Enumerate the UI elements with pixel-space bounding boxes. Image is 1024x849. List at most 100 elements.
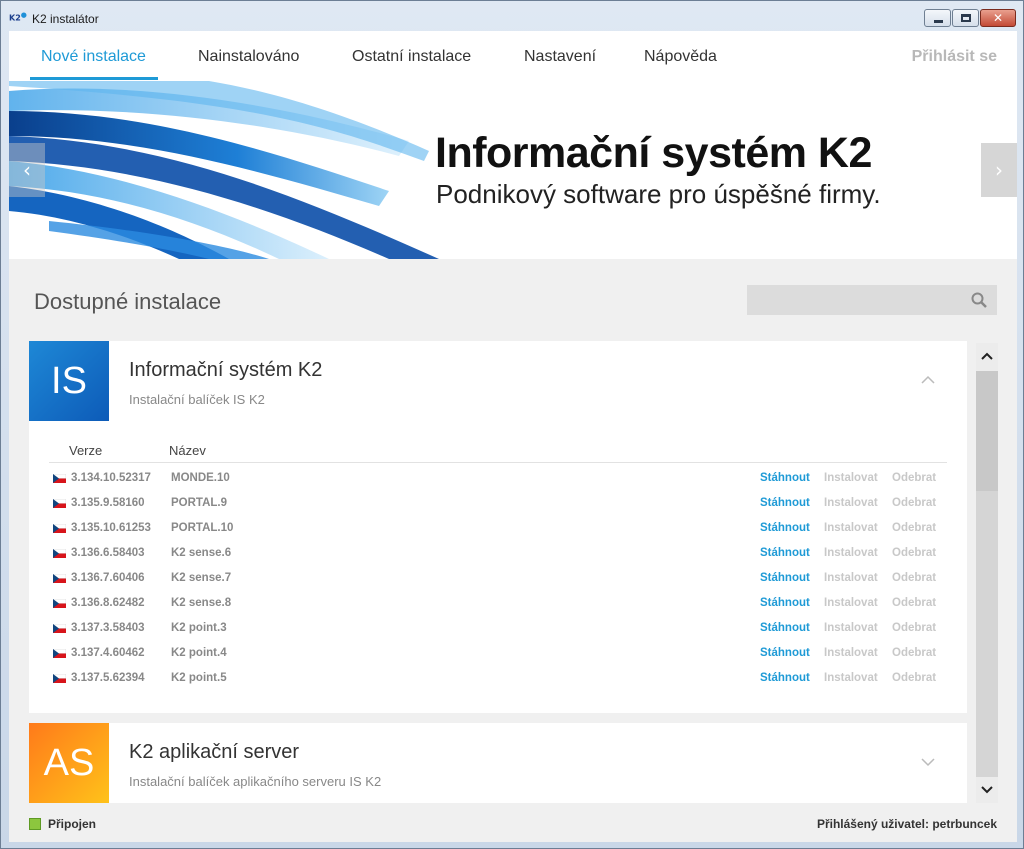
remove-link[interactable]: Odebrat bbox=[892, 622, 936, 634]
czech-flag-icon bbox=[53, 499, 66, 508]
install-link[interactable]: Instalovat bbox=[824, 647, 878, 659]
maximize-button[interactable] bbox=[952, 9, 979, 27]
remove-link[interactable]: Odebrat bbox=[892, 472, 936, 484]
tab-help[interactable]: Nápověda bbox=[644, 48, 717, 66]
table-row: 3.137.5.62394 K2 point.5 Stáhnout Instalova… bbox=[49, 669, 947, 694]
logged-user: Přihlášený uživatel: petrbuncek bbox=[816, 817, 997, 831]
connection-status-icon bbox=[29, 818, 41, 830]
czech-flag-icon bbox=[53, 549, 66, 558]
download-link[interactable]: Stáhnout bbox=[760, 497, 810, 509]
czech-flag-icon bbox=[53, 624, 66, 633]
login-link[interactable]: Přihlásit se bbox=[912, 48, 997, 66]
install-link[interactable]: Instalovat bbox=[824, 547, 878, 559]
tab-new-installs[interactable]: Nové instalace bbox=[41, 48, 146, 66]
czech-flag-icon bbox=[53, 599, 66, 608]
czech-flag-icon bbox=[53, 674, 66, 683]
banner-title: Informační systém K2 bbox=[435, 129, 872, 177]
name-cell: K2 sense.6 bbox=[171, 547, 232, 559]
search-box bbox=[747, 285, 997, 315]
table-row: 3.134.10.52317 MONDE.10 Stáhnout Instalovat… bbox=[49, 469, 947, 494]
download-link[interactable]: Stáhnout bbox=[760, 572, 810, 584]
table-row: 3.136.7.60406 K2 sense.7 Stáhnout Instalova… bbox=[49, 569, 947, 594]
install-link[interactable]: Instalovat bbox=[824, 497, 878, 509]
download-link[interactable]: Stáhnout bbox=[760, 547, 810, 559]
version-cell: 3.136.8.62482 bbox=[71, 597, 145, 609]
banner-prev-button[interactable]: ‹ bbox=[9, 143, 45, 197]
remove-link[interactable]: Odebrat bbox=[892, 572, 936, 584]
tab-settings[interactable]: Nastavení bbox=[524, 48, 596, 66]
remove-link[interactable]: Odebrat bbox=[892, 522, 936, 534]
download-link[interactable]: Stáhnout bbox=[760, 672, 810, 684]
column-header-name: Název bbox=[169, 443, 206, 458]
header-divider bbox=[49, 462, 947, 463]
install-link[interactable]: Instalovat bbox=[824, 522, 878, 534]
chevron-right-icon: › bbox=[995, 158, 1003, 182]
package-title: Informační systém K2 bbox=[129, 359, 323, 381]
search-icon[interactable] bbox=[971, 292, 987, 308]
table-row: 3.137.4.60462 K2 point.4 Stáhnout Instalova… bbox=[49, 644, 947, 669]
version-cell: 3.137.5.62394 bbox=[71, 672, 145, 684]
banner-subtitle: Podnikový software pro úspěšné firmy. bbox=[436, 179, 881, 209]
banner-next-button[interactable]: › bbox=[981, 143, 1017, 197]
download-link[interactable]: Stáhnout bbox=[760, 622, 810, 634]
scroll-thumb[interactable] bbox=[976, 371, 998, 491]
chevron-up-icon bbox=[981, 352, 993, 360]
name-cell: K2 sense.8 bbox=[171, 597, 232, 609]
install-link[interactable]: Instalovat bbox=[824, 572, 878, 584]
install-link[interactable]: Instalovat bbox=[824, 672, 878, 684]
remove-link[interactable]: Odebrat bbox=[892, 597, 936, 609]
connection-status: Připojen bbox=[48, 817, 97, 831]
scroll-track[interactable] bbox=[976, 491, 998, 777]
name-cell: K2 point.4 bbox=[171, 647, 227, 659]
status-bar: Připojen Přihlášený uživatel: petrbuncek bbox=[9, 812, 1017, 842]
tab-other-installs[interactable]: Ostatní instalace bbox=[352, 48, 471, 66]
download-link[interactable]: Stáhnout bbox=[760, 647, 810, 659]
version-cell: 3.135.9.58160 bbox=[71, 497, 145, 509]
name-cell: K2 point.5 bbox=[171, 672, 227, 684]
table-row: 3.136.6.58403 K2 sense.6 Stáhnout Instalova… bbox=[49, 544, 947, 569]
title-bar[interactable]: K2● K2 instalátor ✕ bbox=[1, 1, 1023, 31]
version-cell: 3.136.6.58403 bbox=[71, 547, 145, 559]
download-link[interactable]: Stáhnout bbox=[760, 597, 810, 609]
chevron-down-icon bbox=[981, 786, 993, 794]
remove-link[interactable]: Odebrat bbox=[892, 497, 936, 509]
package-card-is: IS Informační systém K2 Instalační balíč… bbox=[29, 341, 967, 713]
install-link[interactable]: Instalovat bbox=[824, 472, 878, 484]
list-scrollbar[interactable] bbox=[976, 343, 998, 803]
close-button[interactable]: ✕ bbox=[980, 9, 1016, 27]
version-cell: 3.135.10.61253 bbox=[71, 522, 151, 534]
chevron-up-icon[interactable] bbox=[921, 373, 935, 387]
install-link[interactable]: Instalovat bbox=[824, 622, 878, 634]
minimize-button[interactable] bbox=[924, 9, 951, 27]
download-link[interactable]: Stáhnout bbox=[760, 472, 810, 484]
scroll-down-button[interactable] bbox=[976, 777, 998, 803]
window-controls: ✕ bbox=[923, 9, 1016, 27]
czech-flag-icon bbox=[53, 524, 66, 533]
package-list: IS Informační systém K2 Instalační balíč… bbox=[29, 341, 967, 803]
main-nav: Nové instalace Nainstalováno Ostatní ins… bbox=[9, 31, 1017, 81]
table-row: 3.137.3.58403 K2 point.3 Stáhnout Instalova… bbox=[49, 619, 947, 644]
remove-link[interactable]: Odebrat bbox=[892, 547, 936, 559]
promo-banner: Informační systém K2 Podnikový software … bbox=[9, 81, 1017, 259]
column-header-version: Verze bbox=[69, 443, 103, 458]
name-cell: PORTAL.9 bbox=[171, 497, 228, 509]
search-input[interactable] bbox=[747, 285, 967, 315]
chevron-down-icon[interactable] bbox=[921, 755, 935, 769]
download-link[interactable]: Stáhnout bbox=[760, 522, 810, 534]
minimize-icon bbox=[934, 20, 943, 23]
package-title: K2 aplikační server bbox=[129, 741, 300, 763]
tab-installed[interactable]: Nainstalováno bbox=[198, 48, 299, 66]
chevron-left-icon: ‹ bbox=[23, 158, 31, 182]
remove-link[interactable]: Odebrat bbox=[892, 672, 936, 684]
table-row: 3.135.10.61253 PORTAL.10 Stáhnout Instalova… bbox=[49, 519, 947, 544]
name-cell: K2 point.3 bbox=[171, 622, 227, 634]
czech-flag-icon bbox=[53, 649, 66, 658]
close-icon: ✕ bbox=[992, 11, 1004, 25]
version-cell: 3.137.3.58403 bbox=[71, 622, 145, 634]
version-cell: 3.137.4.60462 bbox=[71, 647, 145, 659]
remove-link[interactable]: Odebrat bbox=[892, 647, 936, 659]
install-link[interactable]: Instalovat bbox=[824, 597, 878, 609]
table-row: 3.135.9.58160 PORTAL.9 Stáhnout Instalovat O… bbox=[49, 494, 947, 519]
scroll-up-button[interactable] bbox=[976, 343, 998, 369]
czech-flag-icon bbox=[53, 474, 66, 483]
